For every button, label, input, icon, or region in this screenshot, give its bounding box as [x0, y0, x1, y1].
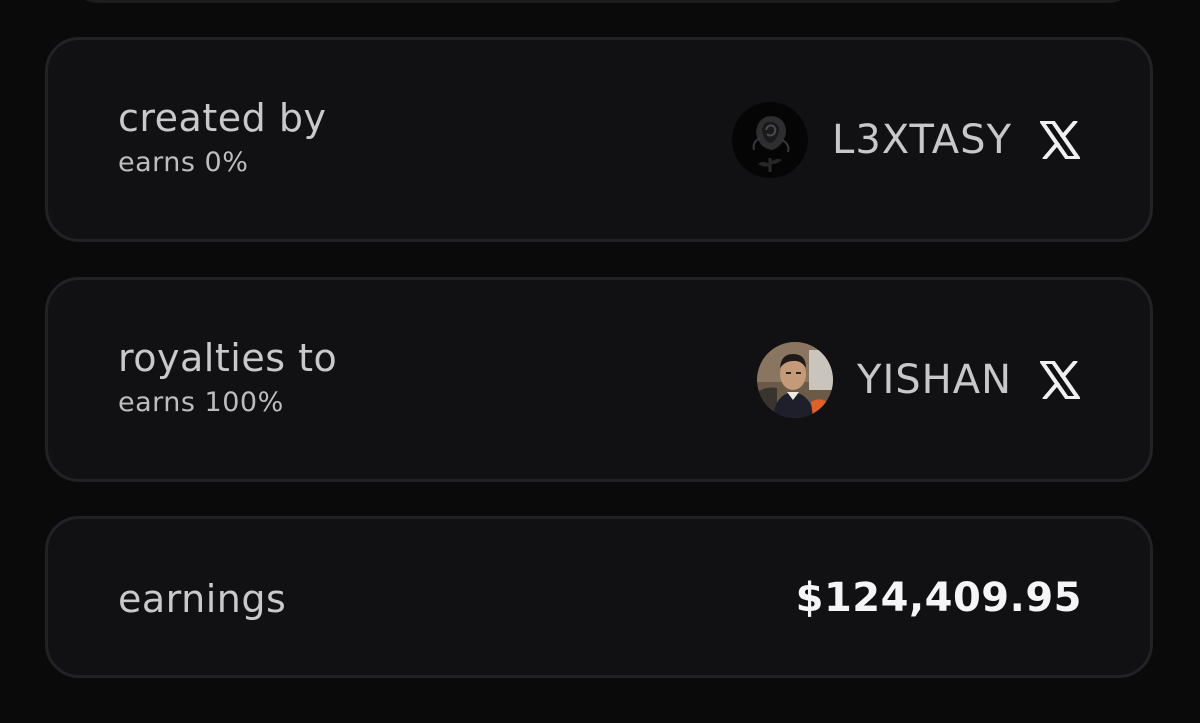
earnings-label: earnings — [118, 577, 287, 621]
royalties-to-earns: earns 100% — [118, 387, 284, 418]
black-rose-avatar-icon — [732, 102, 809, 178]
royalty-recipient-profile[interactable]: YISHAN — [757, 342, 1082, 418]
royalties-to-label: royalties to — [118, 336, 338, 380]
creator-name[interactable]: L3XTASY — [832, 117, 1012, 163]
created-by-label: created by — [118, 96, 327, 140]
earnings-value: $124,409.95 — [795, 575, 1082, 621]
recipient-name[interactable]: YISHAN — [857, 357, 1012, 403]
royalties-to-card: royalties to earns 100% YISHAN — [45, 277, 1153, 482]
x-logo-icon[interactable] — [1038, 120, 1082, 160]
created-by-label-block: created by earns 0% — [118, 96, 326, 180]
previous-card-edge — [70, 0, 1136, 3]
creator-profile[interactable]: L3XTASY — [732, 102, 1082, 178]
recipient-avatar[interactable] — [757, 342, 834, 418]
earnings-card: earnings $124,409.95 — [45, 516, 1153, 678]
creator-avatar[interactable] — [732, 102, 809, 178]
created-by-card: created by earns 0% L3XTASY — [45, 37, 1153, 242]
royalties-to-label-block: royalties to earns 100% — [118, 336, 337, 420]
person-photo-avatar-icon — [757, 342, 834, 418]
earnings-label-block: earnings — [118, 577, 286, 621]
created-by-earns: earns 0% — [118, 147, 249, 178]
x-logo-icon[interactable] — [1038, 360, 1082, 400]
